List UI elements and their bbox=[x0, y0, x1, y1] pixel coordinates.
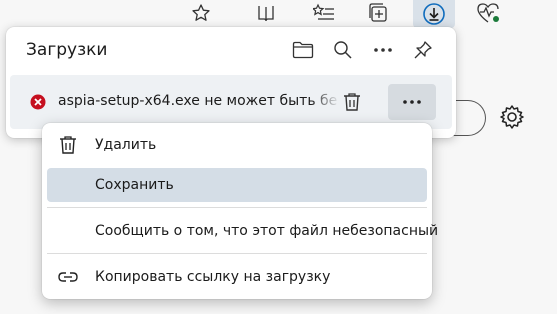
trash-icon bbox=[57, 134, 79, 156]
delete-trash-icon[interactable] bbox=[338, 88, 366, 116]
menu-item-report-unsafe[interactable]: Сообщить о том, что этот файл небезопасн… bbox=[47, 214, 438, 248]
text-fade bbox=[310, 87, 340, 117]
menu-item-copy-link[interactable]: Копировать ссылку на загрузку bbox=[47, 260, 427, 294]
search-icon[interactable] bbox=[328, 35, 358, 65]
menu-separator bbox=[47, 207, 427, 208]
browser-toolbar bbox=[0, 0, 557, 30]
menu-item-save[interactable]: Сохранить bbox=[47, 168, 427, 202]
heartbeat-icon[interactable] bbox=[472, 0, 504, 26]
downloads-icon[interactable] bbox=[413, 0, 455, 28]
download-more-options-button[interactable] bbox=[388, 84, 436, 120]
download-context-menu: Удалить Сохранить Сообщить о том, что эт… bbox=[42, 123, 438, 299]
pin-icon[interactable] bbox=[408, 35, 438, 65]
more-options-icon bbox=[403, 100, 421, 104]
download-item[interactable]: aspia-setup-x64.exe не может быть безопа… bbox=[10, 75, 452, 129]
menu-item-label: Сообщить о том, что этот файл небезопасн… bbox=[95, 223, 439, 239]
menu-item-label: Копировать ссылку на загрузку bbox=[95, 269, 331, 285]
more-options-icon[interactable] bbox=[368, 35, 398, 65]
menu-separator bbox=[47, 253, 427, 254]
collections-list-icon[interactable] bbox=[308, 0, 340, 26]
menu-item-delete[interactable]: Удалить bbox=[47, 128, 427, 162]
link-icon bbox=[57, 266, 79, 288]
reading-view-icon[interactable] bbox=[250, 0, 282, 26]
downloads-panel: Загрузки aspia-setup-x64.exe не может бы… bbox=[6, 27, 456, 138]
menu-item-label: Удалить bbox=[95, 137, 157, 153]
menu-item-label: Сохранить bbox=[95, 177, 174, 193]
settings-gear-icon[interactable] bbox=[497, 102, 527, 132]
add-tab-icon[interactable] bbox=[362, 0, 394, 26]
open-folder-icon[interactable] bbox=[288, 35, 318, 65]
download-status-text: aspia-setup-x64.exe не может быть безопа… bbox=[58, 93, 338, 109]
downloads-panel-title: Загрузки bbox=[26, 40, 108, 60]
favorites-star-icon[interactable] bbox=[185, 0, 217, 26]
error-icon bbox=[30, 94, 46, 110]
